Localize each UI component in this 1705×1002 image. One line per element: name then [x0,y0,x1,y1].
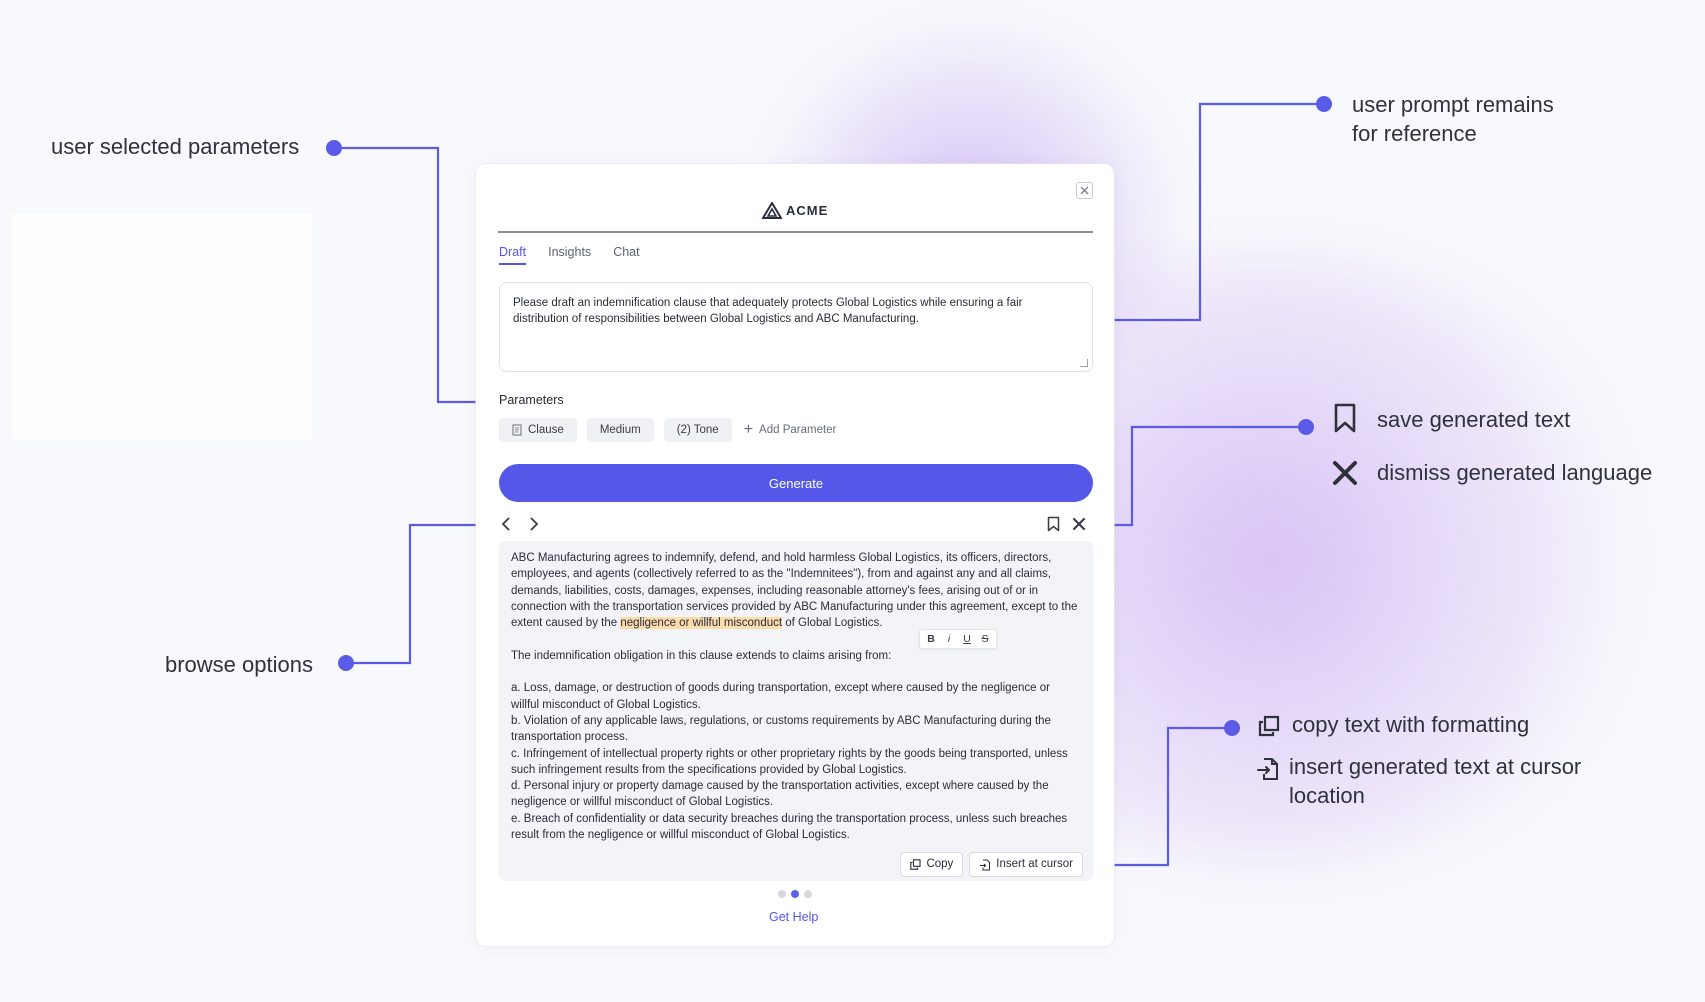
annotation-insert-text: insert generated text at cursor location [1289,752,1581,810]
page-dot-active[interactable] [791,890,799,898]
prompt-text: Please draft an indemnification clause t… [513,297,1023,325]
chip-label: Medium [599,424,641,436]
annotation-line: user prompt remains [1352,92,1554,117]
bookmark-icon [1047,516,1059,532]
insert-icon [1256,757,1280,786]
panel-close-button[interactable] [1076,182,1093,199]
document-icon [512,424,522,436]
copy-label: Copy [926,858,954,871]
result-list-item: a. Loss, damage, or destruction of goods… [511,682,1050,711]
tab-insights[interactable]: Insights [548,245,591,265]
close-icon [1080,186,1089,195]
result-paragraph: ABC Manufacturing agrees to indemnify, d… [511,550,1081,631]
add-parameter-button[interactable]: + Add Parameter [744,422,837,438]
page-dot[interactable] [804,890,812,898]
close-icon [1072,517,1086,531]
generated-result[interactable]: ABC Manufacturing agrees to indemnify, d… [499,541,1093,881]
browse-controls [496,514,544,534]
chip-label: (2) Tone [676,424,719,436]
strikethrough-button[interactable]: S [980,631,990,647]
parameters-heading: Parameters [499,393,564,407]
parameter-chip-tone[interactable]: (2) Tone [663,418,732,442]
generate-button[interactable]: Generate [499,464,1093,502]
result-paragraph: The indemnification obligation in this c… [511,649,892,662]
chip-label: Clause [528,424,564,436]
annotation-user-prompt: user prompt remains for reference [1352,90,1554,148]
annotation-copy-text: copy text with formatting [1292,712,1530,737]
bold-button[interactable]: B [926,631,936,647]
parameter-chip-clause[interactable]: Clause [499,418,577,442]
next-option-button[interactable] [524,514,544,534]
bookmark-icon [1332,403,1358,438]
dismiss-result-button[interactable] [1069,514,1089,534]
underline-button[interactable]: U [962,631,972,647]
annotation-dot [326,140,342,156]
parameter-chip-length[interactable]: Medium [586,418,654,442]
prompt-textarea[interactable]: Please draft an indemnification clause t… [499,282,1093,372]
annotation-dot [1224,720,1240,736]
highlighted-selection[interactable]: negligence or willful misconduct [620,617,783,630]
tab-draft[interactable]: Draft [499,245,527,265]
previous-option-button[interactable] [496,514,516,534]
annotation-dismiss-generated-language: dismiss generated language [1377,460,1653,485]
copy-button[interactable]: Copy [900,852,964,877]
annotation-dot [1298,419,1314,435]
copy-icon [910,859,921,870]
header-divider [498,231,1093,233]
result-list-item: c. Infringement of intellectual property… [511,747,1068,776]
annotation-line: for reference [1352,121,1477,146]
result-actions [1043,514,1089,534]
formatting-toolbar: B i U S [919,629,997,650]
result-bottom-actions: Copy Insert at cursor [900,852,1083,877]
result-text: of Global Logistics. [785,617,883,630]
copy-icon [1258,715,1280,742]
resize-handle[interactable] [1080,359,1088,367]
chevron-left-icon [501,517,510,531]
insert-label: Insert at cursor [996,858,1073,871]
add-parameter-label: Add Parameter [759,424,837,436]
chevron-right-icon [530,517,539,531]
save-result-button[interactable] [1043,514,1063,534]
annotation-user-selected-parameters: user selected parameters [51,134,300,159]
plus-icon: + [743,421,754,438]
result-list-item: b. Violation of any applicable laws, reg… [511,714,1051,744]
brand-logo: ACME [762,202,828,219]
brand-name: ACME [786,203,829,218]
italic-button[interactable]: i [944,631,954,647]
result-list-item: d. Personal injury or property damage ca… [511,780,1049,809]
pagination-dots [778,890,812,898]
page-dot[interactable] [778,890,786,898]
annotation-line: insert generated text at cursor [1289,754,1582,779]
annotation-save-generated-text: save generated text [1377,407,1571,432]
tab-bar: Draft Insights Chat [499,245,640,265]
insert-at-cursor-button[interactable]: Insert at cursor [969,852,1083,877]
close-icon [1332,460,1358,491]
get-help-link[interactable]: Get Help [769,910,818,924]
result-list-item: e. Breach of confidentiality or data sec… [511,812,1068,842]
acme-logo-icon [762,202,782,219]
tab-chat[interactable]: Chat [613,245,639,265]
annotation-browse-options: browse options [165,652,313,677]
annotation-line: location [1289,783,1365,808]
parameters-row: Clause Medium (2) Tone + Add Parameter [499,418,836,442]
annotation-dot [338,655,354,671]
annotation-dot [1316,96,1332,112]
background-card [12,214,312,440]
insert-icon [980,859,991,870]
